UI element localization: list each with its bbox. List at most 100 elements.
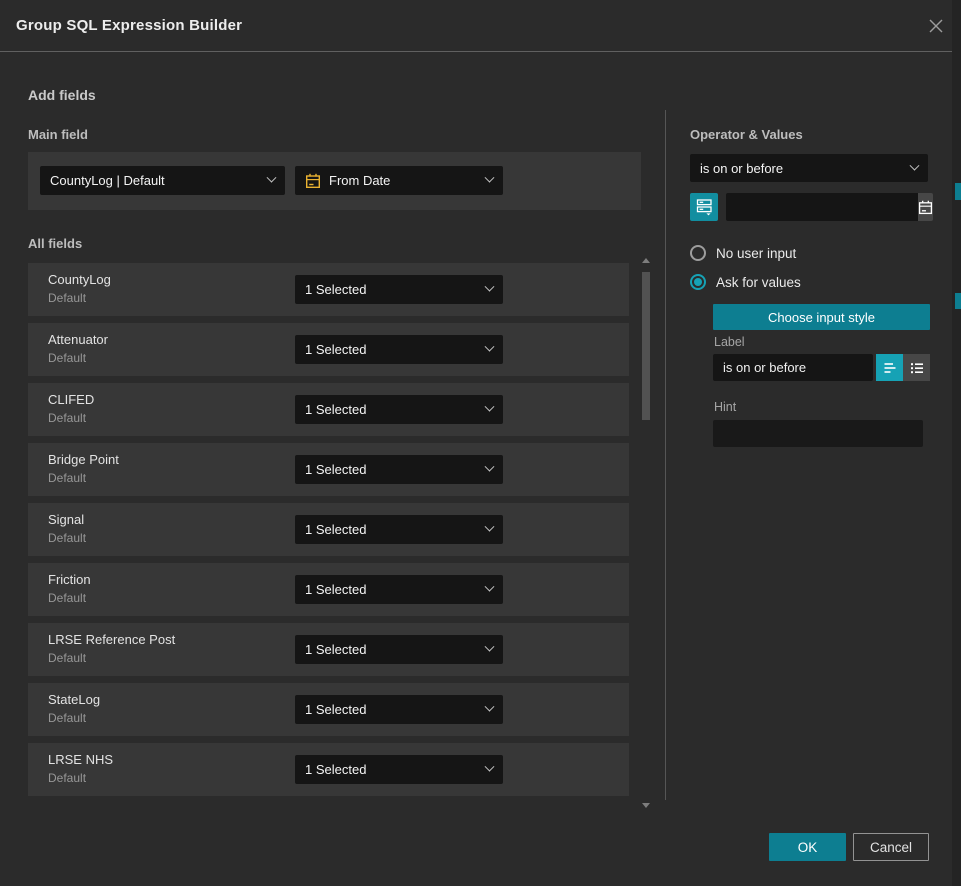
chevron-down-icon [910, 160, 920, 170]
field-selected-dropdown[interactable]: 1 Selected [295, 635, 503, 664]
field-selected-dropdown[interactable]: 1 Selected [295, 575, 503, 604]
radio-unselected-icon [690, 245, 706, 261]
field-selected-value: 1 Selected [305, 522, 366, 537]
value-input[interactable] [726, 193, 918, 221]
choose-input-style-button[interactable]: Choose input style [713, 304, 930, 330]
chevron-down-icon [267, 173, 277, 183]
field-selected-dropdown[interactable]: 1 Selected [295, 755, 503, 784]
chevron-down-icon [485, 342, 495, 352]
field-subtitle: Default [48, 711, 86, 725]
list-scrollbar[interactable] [640, 256, 652, 810]
scroll-down-arrow-icon[interactable] [642, 803, 650, 808]
operator-dropdown-value: is on or before [700, 161, 783, 176]
field-selected-value: 1 Selected [305, 402, 366, 417]
chevron-down-icon [485, 173, 495, 183]
list-item: Friction Default 1 Selected [28, 563, 629, 616]
hint-label: Hint [714, 400, 736, 414]
chevron-down-icon [485, 642, 495, 652]
field-selected-dropdown[interactable]: 1 Selected [295, 335, 503, 364]
chevron-down-icon [485, 522, 495, 532]
all-fields-list: CountyLog Default 1 Selected Attenuator … [28, 263, 629, 803]
list-item: CLIFED Default 1 Selected [28, 383, 629, 436]
scrollbar-thumb[interactable] [642, 272, 650, 420]
field-selected-value: 1 Selected [305, 462, 366, 477]
list-item: StateLog Default 1 Selected [28, 683, 629, 736]
field-selected-value: 1 Selected [305, 342, 366, 357]
field-selected-value: 1 Selected [305, 702, 366, 717]
close-icon [928, 18, 944, 34]
field-name: Friction [48, 572, 91, 587]
chevron-down-icon [485, 462, 495, 472]
date-calendar-icon [305, 173, 321, 189]
align-left-icon [882, 360, 898, 376]
radio-ask-for-values-label: Ask for values [716, 275, 801, 290]
main-layer-dropdown[interactable]: CountyLog | Default [40, 166, 285, 195]
label-input[interactable] [713, 354, 873, 381]
label-align-style-button[interactable] [876, 354, 903, 381]
panel-divider [665, 110, 666, 800]
chevron-down-icon [485, 282, 495, 292]
scroll-up-arrow-icon[interactable] [642, 258, 650, 263]
field-name: CLIFED [48, 392, 94, 407]
main-field-panel: CountyLog | Default From Date [28, 152, 641, 210]
field-name: Attenuator [48, 332, 108, 347]
list-icon [909, 360, 925, 376]
value-input-group [726, 193, 927, 221]
dialog-title: Group SQL Expression Builder [16, 0, 242, 52]
close-button[interactable] [924, 14, 948, 38]
calendar-icon [918, 200, 933, 215]
field-selected-value: 1 Selected [305, 282, 366, 297]
field-name: LRSE NHS [48, 752, 113, 767]
main-layer-dropdown-value: CountyLog | Default [50, 173, 165, 188]
field-selected-dropdown[interactable]: 1 Selected [295, 695, 503, 724]
field-subtitle: Default [48, 291, 86, 305]
chevron-down-icon [485, 402, 495, 412]
background-app-strip [952, 0, 961, 886]
field-name: Bridge Point [48, 452, 119, 467]
field-selected-value: 1 Selected [305, 642, 366, 657]
value-date-picker-button[interactable] [918, 193, 933, 221]
field-subtitle: Default [48, 471, 86, 485]
field-subtitle: Default [48, 351, 86, 365]
field-subtitle: Default [48, 771, 86, 785]
field-selected-dropdown[interactable]: 1 Selected [295, 395, 503, 424]
radio-selected-icon [690, 274, 706, 290]
dialog-title-bar: Group SQL Expression Builder [0, 0, 961, 52]
field-selected-dropdown[interactable]: 1 Selected [295, 515, 503, 544]
unique-values-icon [696, 198, 713, 216]
main-field-dropdown-value: From Date [329, 173, 390, 188]
list-item: LRSE Reference Post Default 1 Selected [28, 623, 629, 676]
radio-no-user-input-label: No user input [716, 246, 796, 261]
label-list-style-button[interactable] [903, 354, 930, 381]
list-item: CountyLog Default 1 Selected [28, 263, 629, 316]
add-fields-heading: Add fields [28, 87, 96, 103]
main-field-dropdown[interactable]: From Date [295, 166, 503, 195]
operator-dropdown[interactable]: is on or before [690, 154, 928, 182]
field-name: Signal [48, 512, 84, 527]
field-subtitle: Default [48, 651, 86, 665]
field-name: StateLog [48, 692, 100, 707]
ok-button[interactable]: OK [769, 833, 846, 861]
background-accent-fragment [955, 293, 961, 309]
field-subtitle: Default [48, 591, 86, 605]
label-label: Label [714, 335, 745, 349]
hint-input[interactable] [713, 420, 923, 447]
field-selected-value: 1 Selected [305, 762, 366, 777]
list-item: Signal Default 1 Selected [28, 503, 629, 556]
field-selected-dropdown[interactable]: 1 Selected [295, 455, 503, 484]
field-subtitle: Default [48, 411, 86, 425]
background-accent-fragment [955, 183, 961, 200]
chevron-down-icon [485, 762, 495, 772]
cancel-button[interactable]: Cancel [853, 833, 929, 861]
radio-no-user-input[interactable]: No user input [690, 245, 796, 261]
list-item: LRSE NHS Default 1 Selected [28, 743, 629, 796]
field-subtitle: Default [48, 531, 86, 545]
value-source-button[interactable] [690, 193, 718, 221]
radio-ask-for-values[interactable]: Ask for values [690, 274, 801, 290]
chevron-down-icon [485, 582, 495, 592]
field-name: LRSE Reference Post [48, 632, 175, 647]
list-item: Attenuator Default 1 Selected [28, 323, 629, 376]
main-field-label: Main field [28, 127, 88, 142]
field-selected-dropdown[interactable]: 1 Selected [295, 275, 503, 304]
list-item: Bridge Point Default 1 Selected [28, 443, 629, 496]
